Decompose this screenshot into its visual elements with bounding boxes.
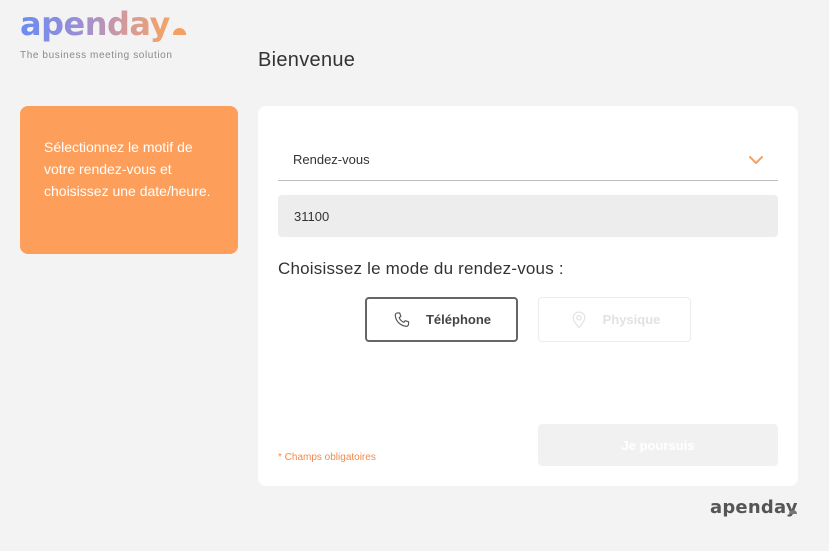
reason-select-value: Rendez-vous <box>293 152 370 167</box>
tagline: The business meeting solution <box>20 50 173 61</box>
location-pin-icon <box>572 310 586 328</box>
chevron-down-icon <box>749 156 763 164</box>
booking-form-card: Rendez-vous Choisissez le mode du rendez… <box>258 106 798 486</box>
mode-physique-label: Physique <box>602 312 661 327</box>
instructions-panel: Sélectionnez le motif de votre rendez-vo… <box>20 106 238 254</box>
mode-physique-button[interactable]: Physique <box>538 297 691 342</box>
instructions-text: Sélectionnez le motif de votre rendez-vo… <box>44 139 211 199</box>
continue-button[interactable]: Je poursuis <box>538 424 778 466</box>
footer-logo: apenday <box>710 497 798 518</box>
postal-code-input[interactable] <box>278 195 778 237</box>
apenday-logo: apenday <box>20 2 170 46</box>
mode-telephone-button[interactable]: Téléphone <box>365 297 518 342</box>
page-title: Bienvenue <box>258 49 356 71</box>
mode-telephone-label: Téléphone <box>425 312 491 327</box>
footer-logo-dot <box>789 510 797 514</box>
mode-label: Choisissez le mode du rendez-vous : <box>278 259 564 278</box>
required-fields-note: * Champs obligatoires <box>278 452 376 463</box>
reason-select[interactable]: Rendez-vous <box>278 144 778 181</box>
logo-dot <box>173 28 186 35</box>
phone-icon <box>394 311 410 327</box>
